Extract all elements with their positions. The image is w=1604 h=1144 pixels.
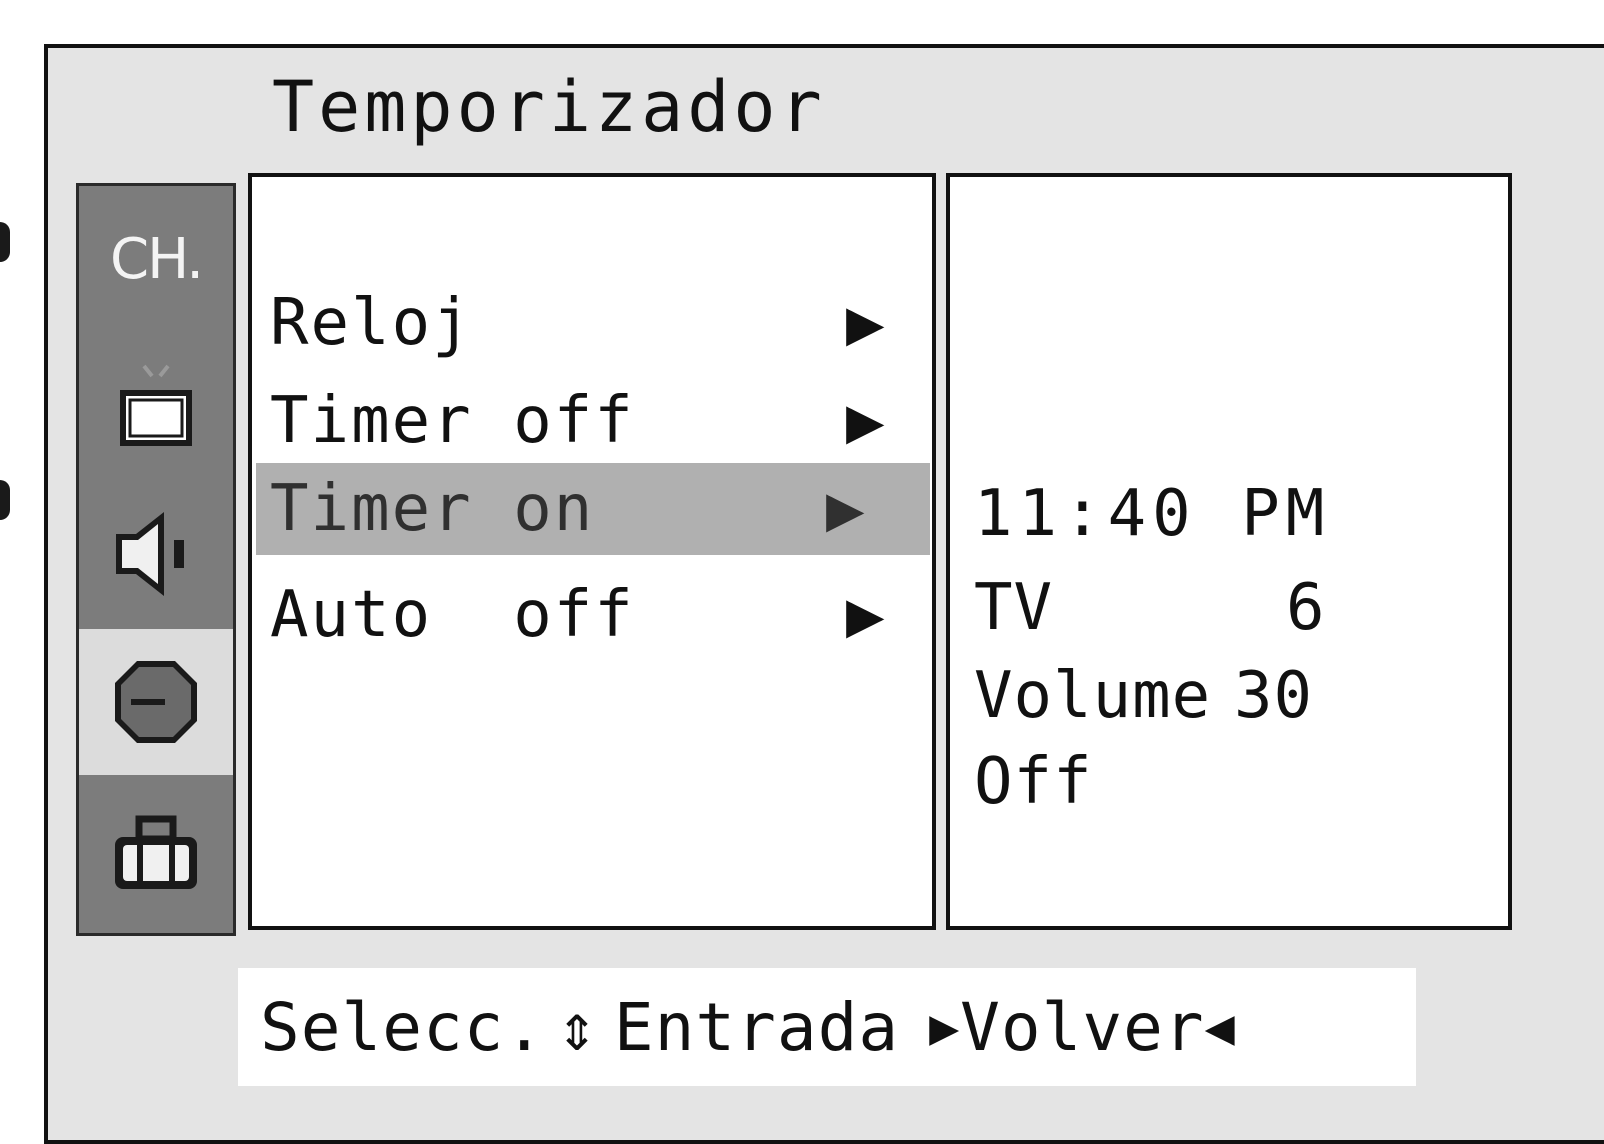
menu-item-timer-on[interactable]: Timer on ▶ [256, 463, 930, 555]
enter-hint-label: Entrada [613, 988, 900, 1066]
sidebar-item-sound[interactable] [79, 481, 233, 627]
timer-on-volume[interactable]: 30 [1234, 659, 1313, 733]
timer-menu: Reloj ▶ Timer off ▶ Timer on ▶ Auto off … [248, 173, 936, 930]
menu-item-label: Reloj [270, 286, 473, 360]
menu-item-reloj[interactable]: Reloj ▶ [256, 277, 930, 369]
sidebar-item-time[interactable] [79, 629, 233, 775]
category-sidebar: CH. [76, 183, 236, 936]
timer-on-settings: 11:40 PM TV 6 Volume 30 Off [946, 173, 1512, 930]
channel-label: CH. [109, 226, 204, 292]
navigation-hints: Selecc. ⇕ Entrada ▶ Volver ◀ [238, 968, 1416, 1086]
menu-item-timer-off[interactable]: Timer off ▶ [256, 375, 930, 467]
menu-item-label: Timer off [270, 384, 635, 458]
timer-on-channel[interactable]: 6 [1286, 571, 1326, 645]
menu-title: Temporizador [272, 66, 826, 148]
page-edge-mark [0, 222, 10, 262]
speaker-icon [116, 512, 184, 596]
timer-on-state[interactable]: Off [974, 745, 1093, 819]
tv-icon [120, 364, 192, 446]
sidebar-item-special[interactable] [79, 780, 233, 926]
page-edge-mark [0, 480, 10, 520]
arrow-left-icon: ◀ [1204, 998, 1236, 1056]
select-hint-label: Selecc. [260, 988, 546, 1066]
timer-on-source[interactable]: TV [974, 571, 1053, 645]
menu-item-label: Timer on [270, 472, 595, 546]
arrow-right-icon: ▶ [846, 384, 885, 458]
timer-on-time[interactable]: 11:40 PM [974, 477, 1330, 551]
toolbox-icon [115, 815, 197, 889]
clock-icon [115, 661, 197, 743]
arrow-right-icon: ▶ [826, 472, 865, 546]
menu-item-auto-off[interactable]: Auto off ▶ [256, 569, 930, 661]
back-hint-label: Volver [960, 988, 1205, 1066]
sidebar-item-picture[interactable] [79, 334, 233, 480]
arrow-right-icon: ▶ [929, 998, 961, 1056]
arrow-right-icon: ▶ [846, 286, 885, 360]
up-down-icon: ⇕ [557, 988, 598, 1066]
menu-item-label: Auto off [270, 578, 635, 652]
sidebar-item-channel[interactable]: CH. [79, 186, 233, 332]
arrow-right-icon: ▶ [846, 578, 885, 652]
timer-on-volume-label: Volume [974, 659, 1212, 733]
